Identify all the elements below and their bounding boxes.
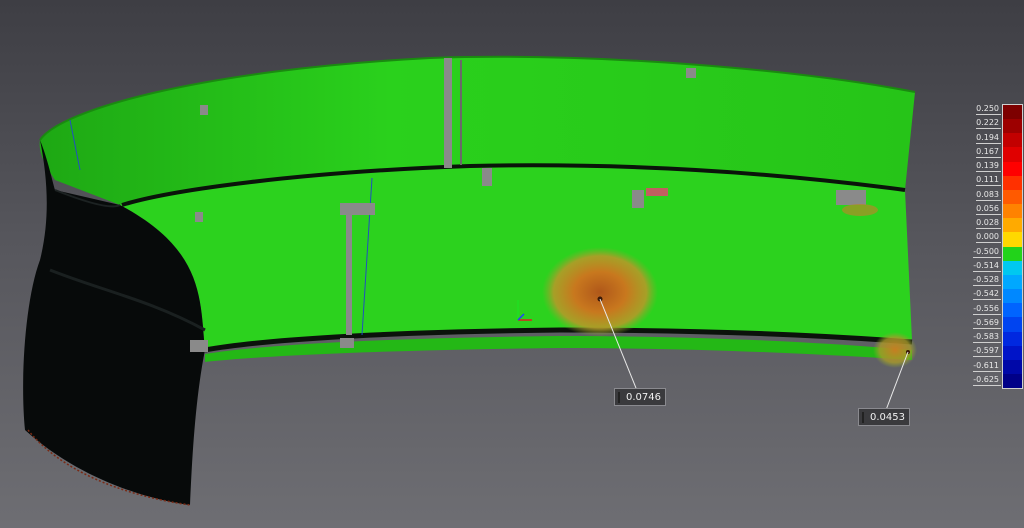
color-scale-labels: 0.250 0.222 0.194 0.167 0.139 0.111 0.083 0.056… — [955, 104, 1001, 394]
color-scale-cell — [1003, 359, 1022, 374]
color-scale-cell — [1003, 289, 1022, 304]
color-scale-label: -0.556 — [973, 303, 1001, 315]
color-scale-label: 0.139 — [976, 161, 1001, 172]
lower-band-surface — [120, 165, 912, 350]
color-scale-label: 0.222 — [976, 118, 1001, 130]
color-scale-label: 0.000 — [976, 232, 1001, 244]
color-scale-label: -0.569 — [973, 317, 1001, 329]
color-scale-label: 0.167 — [976, 146, 1001, 158]
callout-color-swatch — [862, 411, 864, 423]
gap-strip — [444, 58, 452, 168]
color-scale-cell — [1003, 147, 1022, 162]
color-scale-cell — [1003, 133, 1022, 148]
color-scale-label: -0.528 — [973, 275, 1001, 286]
deviation-hotspot-edge — [873, 332, 917, 368]
color-scale-cell — [1003, 345, 1022, 360]
color-scale-cell — [1003, 119, 1022, 134]
color-scale-label: -0.583 — [973, 332, 1001, 343]
callout-value: 0.0746 — [626, 391, 661, 403]
color-scale-cell — [1003, 175, 1022, 190]
deviation-hotspot — [542, 247, 658, 337]
measurement-callout-1[interactable]: 0.0746 — [614, 388, 666, 406]
callout-color-swatch — [618, 391, 620, 403]
color-scale-cell — [1003, 105, 1022, 120]
color-scale-label: -0.514 — [973, 260, 1001, 272]
color-scale-cell — [1003, 232, 1022, 247]
color-scale-legend: 0.250 0.222 0.194 0.167 0.139 0.111 0.083 0.056… — [955, 104, 1024, 394]
gap-strip — [346, 205, 352, 335]
color-scale-cell — [1003, 373, 1022, 389]
3d-viewport[interactable] — [0, 0, 1024, 528]
color-scale-cell — [1003, 189, 1022, 205]
color-scale-cell — [1003, 218, 1022, 233]
color-scale-cell — [1003, 246, 1022, 261]
color-scale-cell — [1003, 331, 1022, 346]
color-scale-label: 0.028 — [976, 218, 1001, 229]
color-scale-label: -0.611 — [973, 360, 1001, 372]
callout-value: 0.0453 — [870, 411, 905, 423]
color-scale-bar — [1002, 104, 1023, 389]
color-scale-label: 0.083 — [976, 189, 1001, 201]
color-scale-label: -0.542 — [973, 289, 1001, 301]
color-scale-cell — [1003, 317, 1022, 332]
color-scale-cell — [1003, 161, 1022, 176]
color-scale-cell — [1003, 274, 1022, 290]
color-scale-label: -0.597 — [973, 346, 1001, 358]
color-scale-cell — [1003, 204, 1022, 219]
color-scale-label: -0.500 — [973, 246, 1001, 258]
color-scale-label: 0.111 — [976, 175, 1001, 187]
color-scale-cell — [1003, 260, 1022, 275]
measurement-callout-2[interactable]: 0.0453 — [858, 408, 910, 426]
color-scale-label: -0.625 — [973, 374, 1001, 386]
point-cloud-render — [23, 55, 917, 506]
color-scale-cell — [1003, 303, 1022, 318]
color-scale-label: 0.056 — [976, 203, 1001, 215]
color-scale-label: 0.194 — [976, 132, 1001, 144]
color-scale-label: 0.250 — [976, 104, 1001, 115]
